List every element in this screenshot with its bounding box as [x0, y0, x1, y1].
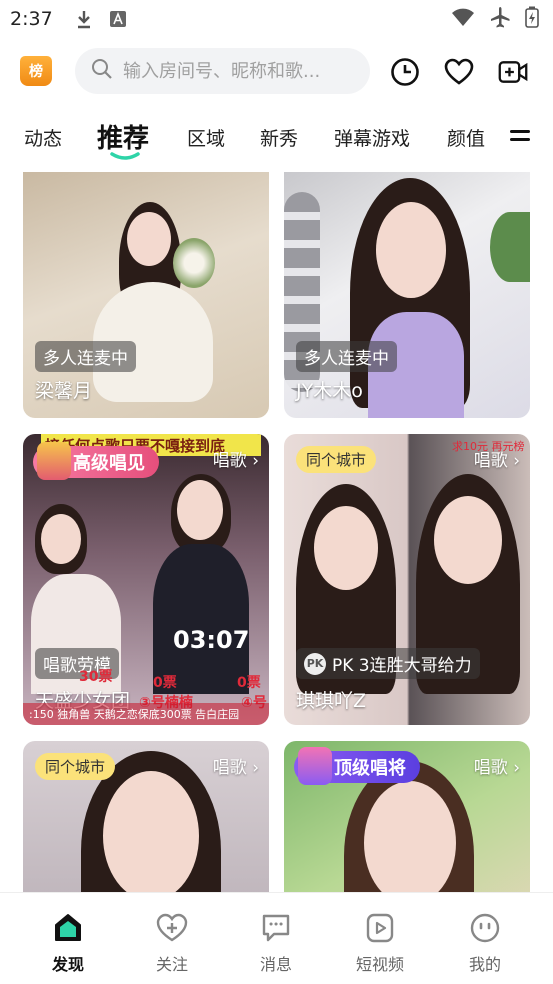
wifi-icon	[451, 7, 475, 31]
streamer-name: 梁馨月	[35, 380, 93, 402]
live-room-grid: 多人连麦中 梁馨月 多人连麦中 JY木木o 接任何点歌只要不嘎接到底 高级唱见 …	[0, 172, 553, 892]
heart-plus-icon	[155, 911, 189, 945]
nav-discover[interactable]: 发现	[28, 911, 108, 975]
home-icon	[51, 911, 85, 945]
nav-follow[interactable]: 关注	[132, 911, 212, 975]
room-category[interactable]: 唱歌 ›	[474, 753, 520, 778]
status-bar: 2:37	[0, 0, 553, 38]
streamer-face	[434, 496, 502, 584]
nav-profile[interactable]: 我的	[445, 911, 525, 975]
tab-yanzhi[interactable]: 颜值	[447, 124, 485, 151]
video-camera-icon[interactable]	[498, 57, 528, 87]
category-tabs: 动态 推荐 区域 新秀 弹幕游戏 颜值	[0, 112, 553, 164]
streamer-face	[177, 480, 223, 540]
download-icon	[73, 8, 95, 30]
gift-ticker: :150 独角兽 天鹅之恋保底300票 告白庄园	[23, 703, 269, 725]
badge-label: 顶级唱将	[334, 758, 406, 779]
message-icon	[259, 911, 293, 945]
pk-icon: PK	[304, 652, 326, 675]
play-icon	[363, 911, 397, 945]
profile-face-icon	[468, 911, 502, 945]
heart-icon[interactable]	[444, 57, 474, 87]
nav-label: 我的	[468, 955, 501, 974]
level-badge: 高级唱见	[33, 442, 159, 480]
search-icon	[91, 58, 113, 84]
status-time: 2:37	[10, 8, 53, 30]
badge-label: 高级唱见	[73, 453, 145, 474]
room-card[interactable]: 同个城市 求10元 再元榜 唱歌 › PK PK 3连胜大哥给力 琪琪吖Z	[284, 434, 530, 725]
crest-icon	[298, 747, 332, 785]
room-card[interactable]: 同个城市 唱歌 ›	[23, 741, 269, 892]
bottom-nav: 发现 关注 消息 短视频 我的	[0, 892, 553, 984]
airplane-icon	[489, 6, 511, 32]
streamer-face	[127, 212, 171, 266]
level-badge: 顶级唱将	[294, 747, 420, 785]
room-card[interactable]: 多人连麦中 JY木木o	[284, 172, 530, 418]
room-tag: 多人连麦中	[296, 341, 397, 372]
category-label: 唱歌	[473, 758, 508, 778]
streamer-name: 琪琪吖Z	[296, 690, 367, 712]
category-label: 唱歌	[473, 451, 508, 471]
score-1: 30票	[79, 669, 113, 685]
room-tag: 多人连麦中	[35, 341, 136, 372]
crest-icon	[37, 442, 71, 480]
battery-icon	[525, 6, 539, 32]
pk-text: PK 3连胜大哥给力	[332, 656, 472, 676]
room-card[interactable]: 多人连麦中 梁馨月	[23, 172, 269, 418]
streamer-face	[103, 771, 199, 892]
category-label: 唱歌	[212, 758, 247, 778]
streamer-face	[376, 202, 446, 298]
plant-leaves	[490, 212, 530, 282]
city-tag: 同个城市	[35, 753, 116, 780]
room-card[interactable]: 顶级唱将 唱歌 ›	[284, 741, 530, 892]
countdown-timer: 03:07	[173, 626, 250, 654]
nav-label: 消息	[259, 955, 292, 974]
score-3: 0票	[237, 675, 261, 691]
nav-label: 短视频	[355, 955, 404, 974]
score-2: 0票	[153, 675, 177, 691]
room-card[interactable]: 接任何点歌只要不嘎接到底 高级唱见 唱歌 › 03:07 唱歌劳模 30票 0票…	[23, 434, 269, 725]
tab-menu-icon[interactable]	[510, 130, 530, 146]
search-box[interactable]	[75, 48, 370, 94]
tab-quyu[interactable]: 区域	[187, 124, 225, 151]
streamer-face	[314, 506, 378, 590]
tab-danmu-youxi[interactable]: 弹幕游戏	[334, 124, 410, 151]
pk-label: PK PK 3连胜大哥给力	[296, 648, 480, 679]
streamer-face	[41, 514, 81, 564]
tab-tuijian[interactable]: 推荐	[97, 118, 149, 155]
tab-xinxiu[interactable]: 新秀	[260, 124, 298, 151]
room-category[interactable]: 唱歌 ›	[213, 753, 259, 778]
nav-label: 关注	[155, 955, 188, 974]
category-label: 唱歌	[212, 451, 247, 471]
room-category[interactable]: 唱歌 ›	[213, 446, 259, 471]
city-tag: 同个城市	[296, 446, 377, 473]
top-bar: 榜	[0, 44, 553, 98]
rank-badge[interactable]: 榜	[20, 56, 52, 86]
tab-dongtai[interactable]: 动态	[24, 124, 62, 151]
lily-flowers	[173, 238, 215, 288]
room-category[interactable]: 唱歌 ›	[474, 446, 520, 471]
streamer-name: JY木木o	[296, 380, 363, 402]
font-icon	[107, 8, 129, 30]
search-input[interactable]	[123, 60, 363, 82]
nav-messages[interactable]: 消息	[236, 911, 316, 975]
active-tab-indicator	[110, 152, 140, 160]
nav-short-video[interactable]: 短视频	[340, 911, 420, 975]
history-icon[interactable]	[390, 57, 420, 87]
nav-label: 发现	[51, 955, 84, 974]
